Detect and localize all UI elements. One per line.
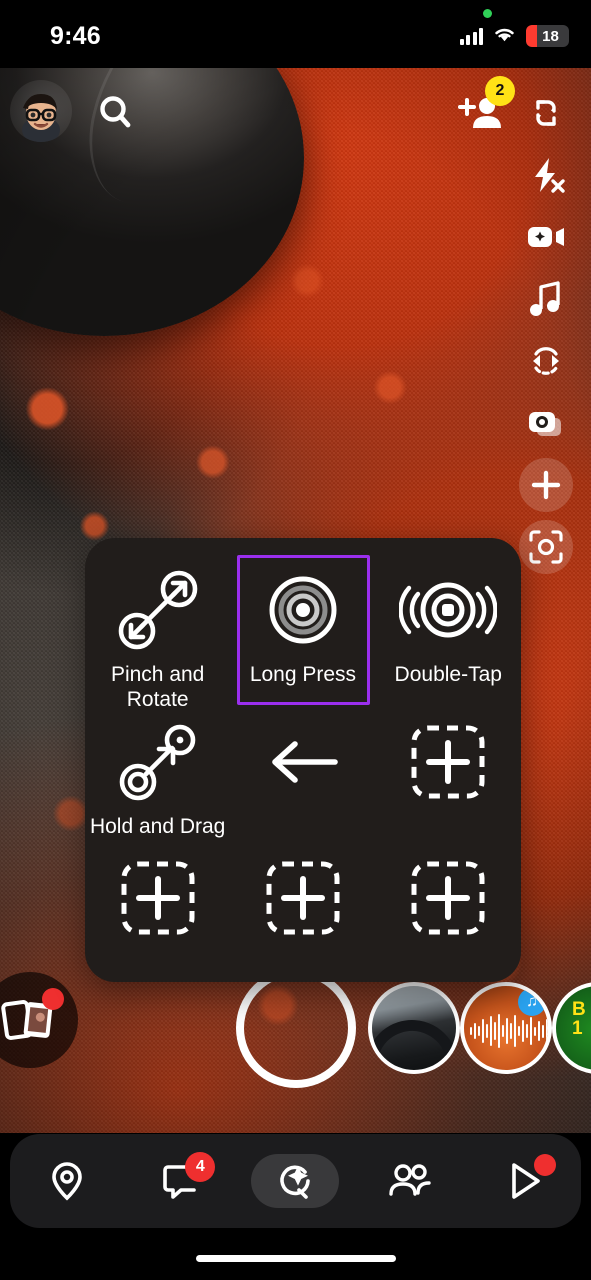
shutter-button[interactable] [236, 968, 356, 1088]
gesture-add-slot[interactable] [230, 850, 375, 950]
nav-item-friends[interactable] [364, 1148, 456, 1214]
gesture-back-arrow[interactable] [230, 714, 375, 839]
gesture-pinch-and-rotate[interactable]: Pinch and Rotate [85, 562, 230, 712]
avatar[interactable] [10, 80, 72, 142]
add-placeholder-icon [409, 714, 487, 810]
snapchat-camera-screen: 9:46 18 2 Pinch and Rotate Long Press Do… [0, 0, 591, 1280]
hold-drag-icon [112, 714, 204, 810]
scan-button[interactable] [515, 516, 577, 578]
bottom-navigation-bar: 4 [10, 1134, 581, 1228]
double-tap-icon [399, 562, 498, 658]
gesture-row-3 [85, 850, 521, 950]
nav-item-spotlight[interactable] [478, 1148, 570, 1214]
flash-off-button[interactable] [515, 144, 577, 206]
gesture-label: Double-Tap [394, 663, 502, 686]
night-mode-button[interactable] [515, 206, 577, 268]
gesture-double-tap[interactable]: Double-Tap [376, 562, 521, 712]
home-indicator [195, 1255, 396, 1262]
wifi-icon [492, 24, 517, 48]
search-icon[interactable] [92, 88, 140, 136]
add-to-story-button[interactable] [515, 454, 577, 516]
gesture-long-press[interactable]: Long Press [230, 555, 375, 712]
lens-driving[interactable] [368, 982, 460, 1074]
gesture-label: Long Press [249, 663, 357, 686]
status-time: 9:46 [50, 22, 101, 50]
music-badge-icon: ♫ [518, 988, 546, 1016]
flip-camera-button[interactable] [515, 82, 577, 144]
add-placeholder-icon [409, 850, 487, 946]
chat-badge: 4 [185, 1152, 216, 1182]
memories-badge [42, 988, 64, 1010]
waveform-graphic [470, 1014, 548, 1048]
gesture-label: Pinch and Rotate [110, 663, 205, 711]
gesture-row-2: Hold and Drag [85, 714, 521, 839]
cellular-signal-icon [459, 27, 483, 45]
status-icons: 18 [459, 24, 569, 48]
spotlight-dot [533, 1154, 556, 1176]
back-arrow-icon [263, 714, 343, 810]
nav-item-chat[interactable]: 4 [135, 1148, 227, 1214]
gesture-row-1: Pinch and Rotate Long Press Double-Tap [85, 555, 521, 712]
music-button[interactable] [515, 268, 577, 330]
battery-percent: 18 [542, 27, 559, 45]
nav-item-map[interactable] [21, 1148, 113, 1214]
lens-green[interactable]: B1 [552, 982, 591, 1074]
gesture-picker-panel: Pinch and Rotate Long Press Double-Tap H… [85, 538, 521, 982]
gesture-hold-and-drag[interactable]: Hold and Drag [85, 714, 230, 839]
gesture-label: Hold and Drag [89, 815, 226, 838]
lens-sound-wave[interactable]: ♫ [460, 982, 552, 1074]
long-press-icon [257, 562, 349, 658]
battery-icon: 18 [526, 25, 569, 47]
green-dot-indicator [483, 9, 492, 18]
lens-rotate-button[interactable] [515, 330, 577, 392]
memories-button[interactable] [0, 972, 78, 1068]
gesture-add-slot[interactable] [376, 714, 521, 839]
status-bar: 9:46 18 [0, 0, 591, 68]
gesture-add-slot[interactable] [85, 850, 230, 950]
add-placeholder-icon [264, 850, 342, 946]
gesture-add-slot[interactable] [376, 850, 521, 950]
nav-item-camera[interactable] [249, 1148, 341, 1214]
add-placeholder-icon [119, 850, 197, 946]
pinch-rotate-icon [112, 562, 204, 658]
lens-green-label: B1 [572, 999, 586, 1039]
camera-toolbar [509, 82, 583, 578]
top-controls: 2 [0, 68, 591, 154]
multi-snap-button[interactable] [515, 392, 577, 454]
